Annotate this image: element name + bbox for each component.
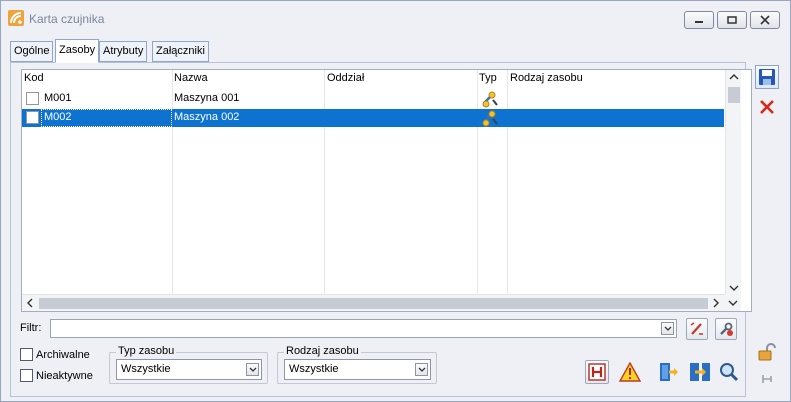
scroll-up-icon[interactable]: [729, 73, 739, 83]
machine-icon: [481, 109, 499, 130]
close-button[interactable]: [750, 11, 780, 29]
nieaktywne-label: Nieaktywne: [36, 370, 93, 382]
window: Karta czujnika Ogólne Zasoby Atrybuty Za…: [0, 0, 791, 402]
typ-zasobu-value: Wszystkie: [121, 363, 171, 375]
warning-button[interactable]: [618, 360, 642, 384]
typ-zasobu-dropdown-button[interactable]: [246, 363, 259, 376]
history-icon: [588, 363, 606, 381]
pin-icon: [762, 375, 772, 383]
tab-atrybuty[interactable]: Atrybuty: [99, 41, 148, 62]
unlock-button[interactable]: [755, 340, 779, 364]
history-button[interactable]: [585, 360, 609, 384]
unlock-icon: [758, 343, 776, 361]
search-button[interactable]: [717, 360, 741, 384]
archiwalne-label: Archiwalne: [36, 349, 90, 361]
tab-zasoby[interactable]: Zasoby: [55, 39, 100, 63]
delete-icon: [760, 100, 774, 114]
table-row[interactable]: M001 Maszyna 001: [22, 90, 724, 108]
cell-kod: M001: [44, 92, 72, 104]
archiwalne-checkbox[interactable]: [20, 348, 33, 361]
cell-kod: M002: [44, 111, 72, 123]
filter-builder-button[interactable]: [715, 318, 737, 340]
filter-input[interactable]: [50, 319, 677, 338]
cell-nazwa: Maszyna 002: [174, 111, 240, 123]
filter-dropdown-button[interactable]: [661, 322, 674, 335]
window-title: Karta czujnika: [29, 12, 105, 26]
column-header-oddzial[interactable]: Oddział: [327, 72, 364, 84]
chevron-down-icon: [249, 367, 256, 372]
filter-label: Filtr:: [20, 322, 42, 334]
assign-resource-icon: [690, 363, 710, 381]
assign-resource-button[interactable]: [688, 360, 712, 384]
machine-icon: [481, 90, 499, 111]
column-header-kod[interactable]: Kod: [24, 72, 44, 84]
search-icon: [720, 363, 739, 382]
clear-filter-icon: [690, 322, 703, 335]
nieaktywne-checkbox[interactable]: [20, 369, 33, 382]
delete-button[interactable]: [755, 95, 779, 119]
scroll-down-icon[interactable]: [728, 299, 738, 309]
chevron-down-icon: [664, 326, 671, 331]
row-checkbox[interactable]: [26, 92, 39, 105]
add-resource-button[interactable]: [657, 360, 681, 384]
scroll-corner: [725, 294, 741, 311]
scroll-right-icon[interactable]: [712, 298, 720, 310]
title-bar: Karta czujnika: [1, 1, 790, 35]
maximize-icon: [727, 16, 737, 24]
column-header-typ[interactable]: Typ: [479, 72, 497, 84]
rodzaj-zasobu-dropdown-button[interactable]: [415, 363, 428, 376]
minimize-button[interactable]: [684, 11, 714, 29]
resources-grid: Kod Nazwa Oddział Typ Rodzaj zasobu M001…: [21, 69, 752, 312]
rodzaj-zasobu-select[interactable]: Wszystkie: [284, 359, 431, 380]
vertical-scroll-thumb[interactable]: [728, 87, 740, 103]
cell-nazwa: Maszyna 001: [174, 92, 240, 104]
table-row[interactable]: M002 Maszyna 002: [22, 109, 724, 127]
scroll-down-icon[interactable]: [729, 284, 739, 294]
app-icon: [8, 10, 24, 26]
scroll-left-icon[interactable]: [26, 298, 34, 310]
typ-zasobu-title: Typ zasobu: [116, 345, 177, 357]
column-header-rodzaj[interactable]: Rodzaj zasobu: [510, 72, 583, 84]
row-checkbox[interactable]: [26, 111, 39, 124]
chevron-down-icon: [418, 367, 425, 372]
vertical-scrollbar[interactable]: [725, 70, 741, 296]
clear-filter-button[interactable]: [686, 318, 708, 340]
minimize-icon: [695, 21, 703, 23]
typ-zasobu-select[interactable]: Wszystkie: [116, 359, 262, 380]
horizontal-scroll-thumb[interactable]: [39, 298, 708, 309]
column-header-nazwa[interactable]: Nazwa: [174, 72, 208, 84]
save-icon: [759, 69, 775, 85]
add-resource-icon: [660, 363, 678, 381]
rodzaj-zasobu-title: Rodzaj zasobu: [284, 345, 361, 357]
warning-icon: [619, 362, 641, 382]
pin-button[interactable]: [755, 367, 779, 391]
wrench-icon: [720, 322, 733, 336]
maximize-button[interactable]: [717, 11, 747, 29]
horizontal-scrollbar[interactable]: [22, 294, 725, 311]
close-icon: [760, 15, 770, 25]
tab-zalaczniki[interactable]: Załączniki: [152, 41, 209, 62]
save-button[interactable]: [755, 65, 779, 89]
tab-ogolne[interactable]: Ogólne: [10, 41, 54, 62]
rodzaj-zasobu-value: Wszystkie: [289, 363, 339, 375]
